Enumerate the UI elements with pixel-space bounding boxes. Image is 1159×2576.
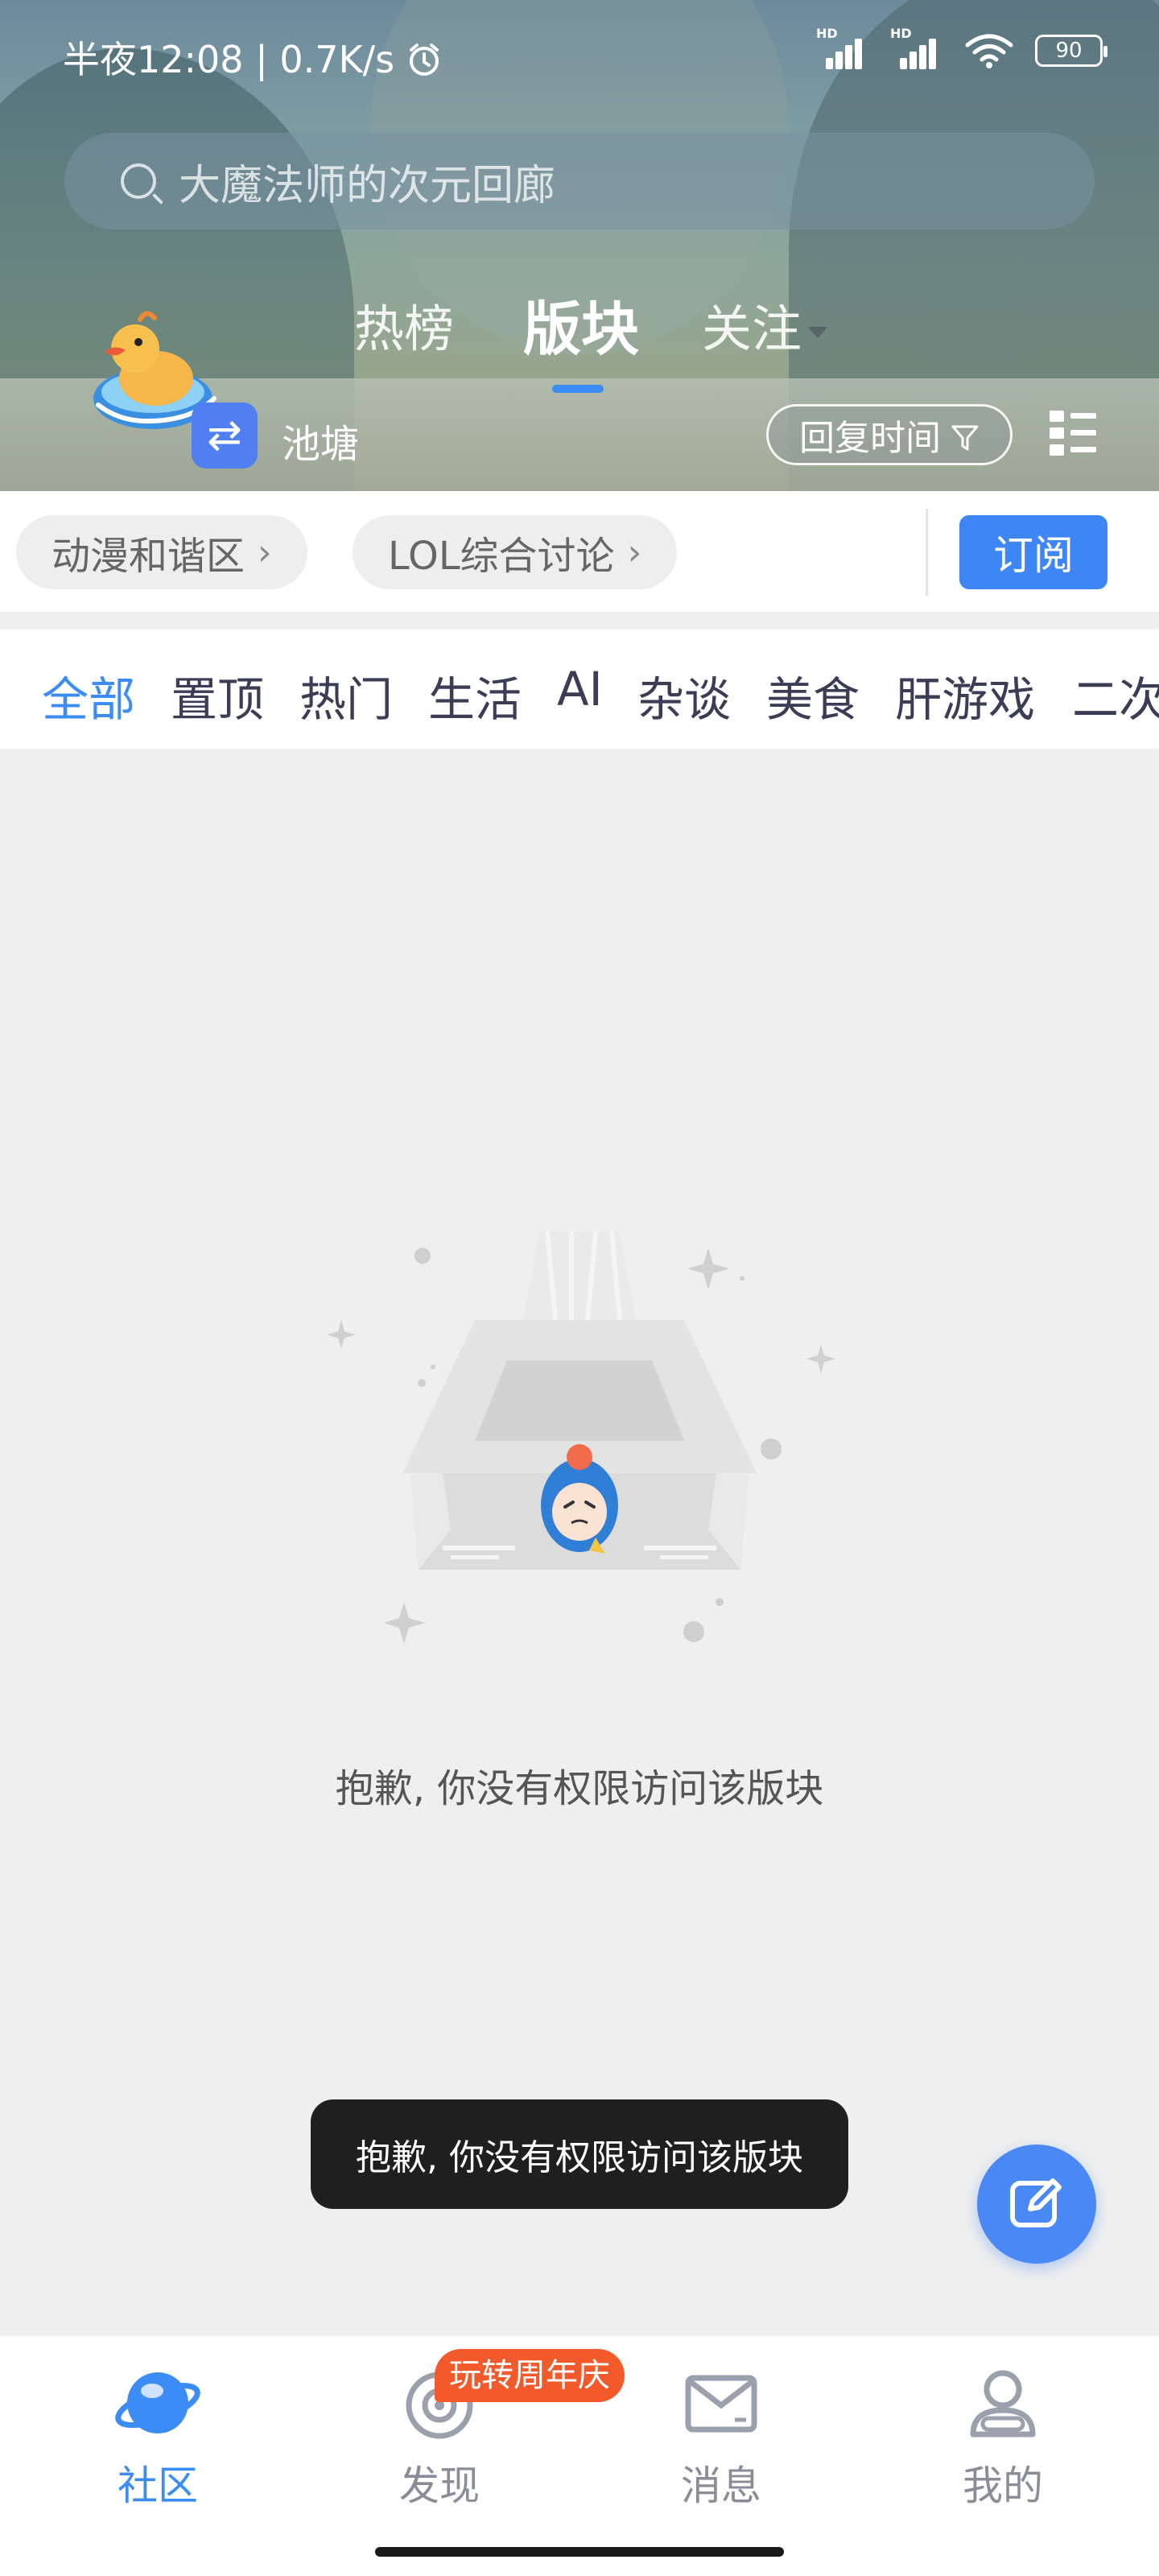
category-acg[interactable]: 二次 [1072,662,1159,729]
tab-boards[interactable]: 版块 [523,282,639,366]
wifi-icon [964,32,1014,69]
search-bar[interactable]: 大魔法师的次元回廊 [64,133,1095,229]
subscribe-button[interactable]: 订阅 [959,515,1107,589]
category-all[interactable]: 全部 [42,662,135,729]
sort-reply-time-button[interactable]: 回复时间 [766,404,1013,465]
home-indicator[interactable] [375,2547,784,2557]
bottom-navigation: 社区 发现 玩转周年庆 消息 我的 [0,2336,1159,2576]
anniversary-badge: 玩转周年庆 [435,2349,625,2402]
mail-icon [677,2359,765,2447]
category-ai[interactable]: AI [557,662,603,716]
compose-post-button[interactable] [977,2145,1096,2264]
status-bar: 半夜12:08 | 0.7K/s HD HD 90 [0,0,1159,113]
quick-links-bar: 动漫和谐区 › LOL综合讨论 › 订阅 [0,491,1159,612]
category-pinned[interactable]: 置顶 [171,662,264,729]
edit-pencil-icon [1006,2172,1067,2236]
category-gaming[interactable]: 肝游戏 [895,662,1035,729]
planet-icon [113,2359,202,2447]
chevron-right-icon: › [258,531,272,573]
category-tabs: 全部 置顶 热门 生活 AI 杂谈 美食 肝游戏 二次 [0,630,1159,749]
cell-signal-icon-2: HD [890,26,943,69]
battery-indicator: 90 [1035,35,1107,67]
category-food[interactable]: 美食 [766,662,860,729]
switch-section-button[interactable]: ⇄ [192,402,258,469]
empty-state-message: 抱歉, 你没有权限访问该版块 [335,1766,824,1811]
toast-message: 抱歉, 你没有权限访问该版块 [311,2099,848,2209]
category-life[interactable]: 生活 [428,662,522,729]
quick-link-anime[interactable]: 动漫和谐区 › [16,515,307,589]
tab-follow[interactable]: 关注 [702,288,828,361]
filter-funnel-icon [951,420,980,451]
nav-messages[interactable]: 消息 [633,2359,810,2512]
cell-signal-icon: HD [816,26,869,69]
chevron-right-icon: › [627,531,642,573]
category-hot[interactable]: 热门 [299,662,393,729]
quick-link-lol[interactable]: LOL综合讨论 › [353,515,678,589]
user-profile-icon [959,2359,1047,2447]
category-chat[interactable]: 杂谈 [637,662,731,729]
list-view-icon[interactable] [1050,411,1096,456]
section-name: 池塘 [282,422,360,467]
alarm-icon [406,38,442,81]
divider [926,509,928,596]
nav-community[interactable]: 社区 [69,2359,246,2512]
nav-profile[interactable]: 我的 [914,2359,1091,2512]
header: 半夜12:08 | 0.7K/s HD HD 90 大魔法师的次元回廊 热榜 版… [0,0,1159,491]
swap-arrows-icon: ⇄ [207,411,242,460]
dropdown-caret-icon [808,326,828,338]
network-speed: 0.7K/s [279,38,395,81]
active-tab-indicator [552,385,604,393]
no-permission-illustration [306,1208,853,1658]
search-icon [121,163,156,199]
search-placeholder: 大魔法师的次元回廊 [179,161,556,210]
tab-hot[interactable]: 热榜 [354,288,454,361]
status-time: 半夜12:08 [63,38,244,81]
